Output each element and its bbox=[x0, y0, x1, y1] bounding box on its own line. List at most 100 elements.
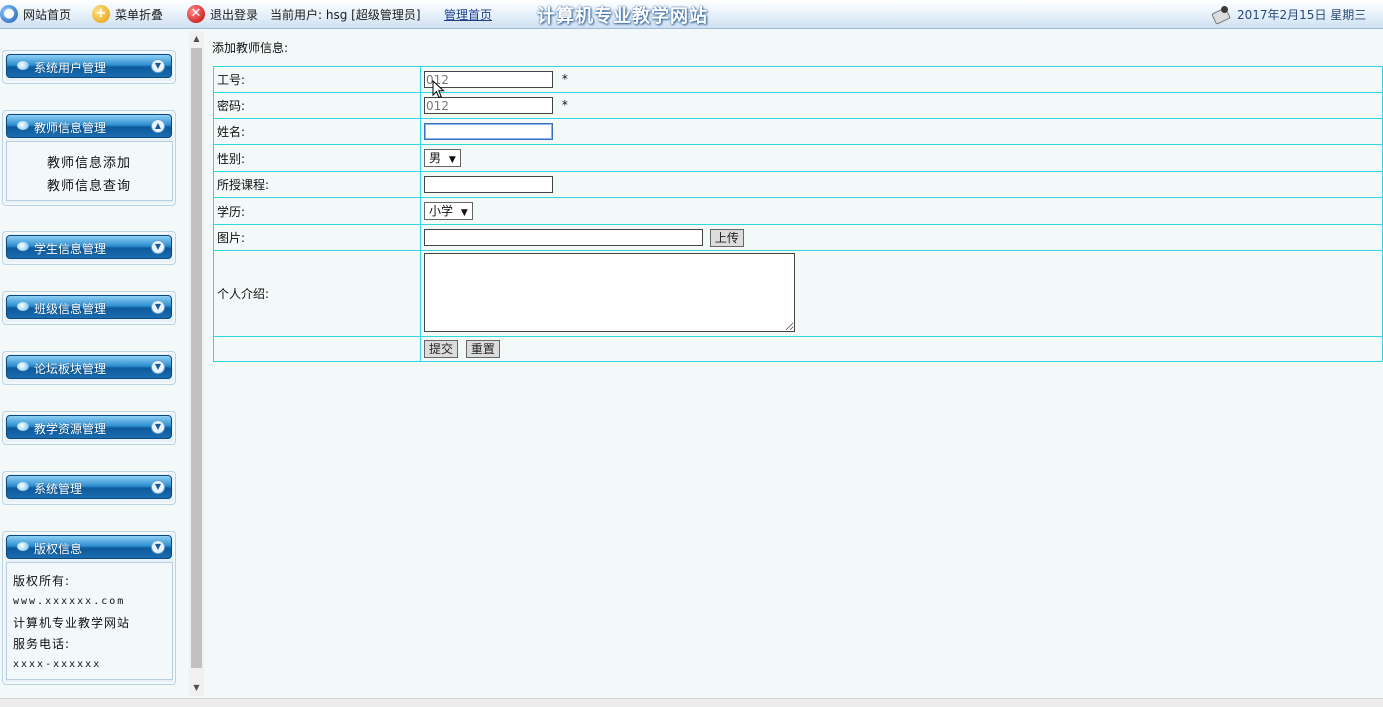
form-row-gender: 性别: 男 ▼ bbox=[213, 144, 1383, 172]
empty-cell bbox=[213, 336, 421, 362]
chevron-down-icon[interactable]: ▼ bbox=[151, 480, 165, 494]
upload-button[interactable]: 上传 bbox=[709, 228, 744, 247]
chevron-up-icon[interactable]: ▲ bbox=[151, 119, 165, 133]
chevron-down-icon[interactable]: ▼ bbox=[151, 420, 165, 434]
chevron-down-icon[interactable]: ▼ bbox=[151, 360, 165, 374]
mouse-cursor-icon bbox=[432, 80, 445, 99]
copyright-site-name: 计算机专业教学网站 bbox=[13, 616, 131, 630]
scrollbar-thumb[interactable] bbox=[191, 48, 202, 668]
admin-home-link[interactable]: 管理首页 bbox=[444, 0, 492, 28]
intro-label: 个人介绍: bbox=[213, 250, 421, 337]
required-mark: * bbox=[561, 98, 568, 112]
form-row-actions: 提交 重置 bbox=[213, 336, 1383, 362]
form-row-intro: 个人介绍: bbox=[213, 250, 1383, 337]
form-row-education: 学历: 小学 ▼ bbox=[213, 197, 1383, 225]
top-bar: ● 网站首页 + 菜单折叠 ✕ 退出登录 当前用户: hsg [超级管理员] 管… bbox=[0, 0, 1383, 29]
bullet-icon bbox=[17, 302, 29, 311]
form-row-password: 密码: * bbox=[213, 92, 1383, 119]
form-row-name: 姓名: bbox=[213, 118, 1383, 145]
name-input[interactable] bbox=[424, 123, 553, 140]
password-cell: * bbox=[420, 92, 1383, 119]
plus-icon: + bbox=[92, 5, 110, 23]
course-label: 所授课程: bbox=[213, 171, 421, 198]
name-cell bbox=[420, 118, 1383, 145]
copyright-owner-label: 版权所有: bbox=[13, 574, 71, 588]
page-title: 添加教师信息: bbox=[212, 41, 289, 55]
dropdown-arrow-icon: ▼ bbox=[448, 155, 456, 165]
photo-cell: 上传 bbox=[420, 224, 1383, 251]
chevron-down-icon[interactable]: ▼ bbox=[151, 300, 165, 314]
date-display: 2017年2月15日 星期三 bbox=[1211, 0, 1366, 28]
education-select[interactable]: 小学 ▼ bbox=[424, 202, 473, 220]
menu-block-teacher-info: 教师信息管理 ▲ 教师信息添加 教师信息查询 bbox=[2, 110, 176, 206]
home-link[interactable]: ● 网站首页 bbox=[0, 0, 71, 28]
copyright-phone-label: 服务电话: bbox=[13, 637, 71, 651]
scroll-up-arrow-icon[interactable]: ▲ bbox=[189, 31, 204, 47]
teacher-form: 工号: * 密码: * 姓名: 性别: 男 ▼ 所授课程: bbox=[213, 66, 1383, 362]
bullet-icon bbox=[17, 61, 29, 70]
photo-path-input[interactable] bbox=[424, 229, 703, 246]
education-cell: 小学 ▼ bbox=[420, 197, 1383, 225]
copyright-website: www.xxxxxx.com bbox=[13, 596, 126, 607]
course-cell bbox=[420, 171, 1383, 198]
menu-header-teaching-resources[interactable]: 教学资源管理 ▼ bbox=[6, 415, 172, 439]
menu-header-copyright[interactable]: 版权信息 ▼ bbox=[6, 535, 172, 559]
course-input[interactable] bbox=[424, 176, 553, 193]
satellite-icon bbox=[1211, 5, 1231, 23]
chevron-down-icon[interactable]: ▼ bbox=[151, 540, 165, 554]
menu-block-system-users: 系统用户管理 ▼ bbox=[2, 50, 176, 84]
teacher-id-cell: * bbox=[420, 66, 1383, 93]
globe-icon: ● bbox=[0, 5, 18, 23]
logout-button[interactable]: ✕ 退出登录 bbox=[187, 0, 258, 28]
chevron-down-icon[interactable]: ▼ bbox=[151, 59, 165, 73]
photo-label: 图片: bbox=[213, 224, 421, 251]
menu-block-forum: 论坛板块管理 ▼ bbox=[2, 351, 176, 385]
menu-block-teaching-resources: 教学资源管理 ▼ bbox=[2, 411, 176, 445]
bullet-icon bbox=[17, 362, 29, 371]
teacher-id-label: 工号: bbox=[213, 66, 421, 93]
menu-header-student-info[interactable]: 学生信息管理 ▼ bbox=[6, 235, 172, 259]
collapse-menu-label[interactable]: 菜单折叠 bbox=[115, 6, 163, 23]
reset-button[interactable]: 重置 bbox=[465, 340, 500, 358]
menu-block-class-info: 班级信息管理 ▼ bbox=[2, 291, 176, 325]
bullet-icon bbox=[17, 121, 29, 130]
form-row-course: 所授课程: bbox=[213, 171, 1383, 198]
teacher-submenu: 教师信息添加 教师信息查询 bbox=[6, 141, 173, 201]
bullet-icon bbox=[17, 542, 29, 551]
intro-textarea[interactable] bbox=[424, 253, 795, 332]
submit-button[interactable]: 提交 bbox=[424, 340, 459, 358]
menu-block-system: 系统管理 ▼ bbox=[2, 471, 176, 505]
education-label: 学历: bbox=[213, 197, 421, 225]
menu-block-student-info: 学生信息管理 ▼ bbox=[2, 231, 176, 265]
menu-header-system-users[interactable]: 系统用户管理 ▼ bbox=[6, 54, 172, 78]
form-row-teacher-id: 工号: * bbox=[213, 66, 1383, 93]
menu-header-teacher-info[interactable]: 教师信息管理 ▲ bbox=[6, 114, 172, 138]
close-icon: ✕ bbox=[187, 5, 205, 23]
current-user: 当前用户: hsg [超级管理员] bbox=[270, 7, 421, 22]
chevron-down-icon[interactable]: ▼ bbox=[151, 240, 165, 254]
intro-cell bbox=[420, 250, 1383, 337]
password-label: 密码: bbox=[213, 92, 421, 119]
menu-header-class-info[interactable]: 班级信息管理 ▼ bbox=[6, 295, 172, 319]
bullet-icon bbox=[17, 242, 29, 251]
gender-label: 性别: bbox=[213, 144, 421, 172]
site-title: 计算机专业教学网站 bbox=[537, 6, 708, 27]
actions-cell: 提交 重置 bbox=[420, 336, 1383, 362]
dropdown-arrow-icon: ▼ bbox=[460, 208, 468, 218]
copyright-phone: xxxx-xxxxxx bbox=[13, 659, 102, 670]
sidebar-scrollbar[interactable]: ▲ ▼ bbox=[189, 31, 204, 696]
submenu-item-add-teacher[interactable]: 教师信息添加 bbox=[47, 152, 131, 171]
sidebar: 系统用户管理 ▼ 教师信息管理 ▲ 教师信息添加 教师信息查询 学生信息管理 ▼… bbox=[0, 30, 186, 694]
form-row-photo: 图片: 上传 bbox=[213, 224, 1383, 251]
bullet-icon bbox=[17, 422, 29, 431]
home-link-label[interactable]: 网站首页 bbox=[23, 6, 71, 23]
bullet-icon bbox=[17, 482, 29, 491]
submenu-item-query-teacher[interactable]: 教师信息查询 bbox=[47, 175, 131, 194]
menu-header-system[interactable]: 系统管理 ▼ bbox=[6, 475, 172, 499]
collapse-menu-button[interactable]: + 菜单折叠 bbox=[92, 0, 163, 28]
gender-select[interactable]: 男 ▼ bbox=[424, 149, 461, 167]
menu-header-forum[interactable]: 论坛板块管理 ▼ bbox=[6, 355, 172, 379]
copyright-box: 版权所有: www.xxxxxx.com 计算机专业教学网站 服务电话: xxx… bbox=[6, 562, 173, 680]
scroll-down-arrow-icon[interactable]: ▼ bbox=[189, 680, 204, 696]
logout-label[interactable]: 退出登录 bbox=[210, 6, 258, 23]
